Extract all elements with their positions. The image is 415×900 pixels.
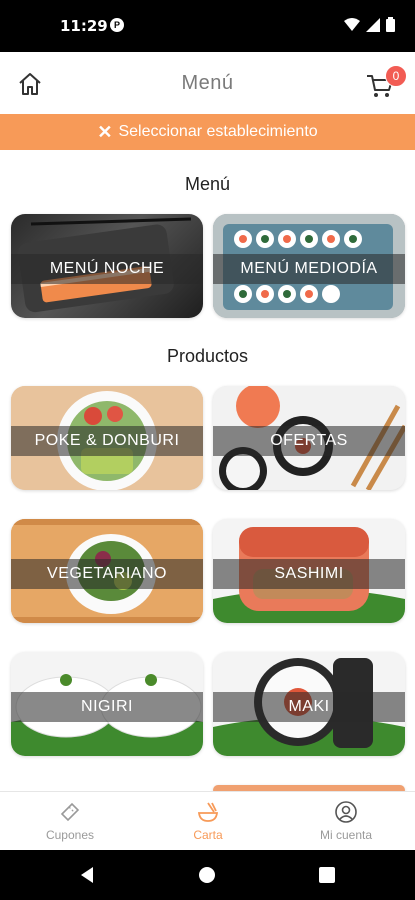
product-tile-ofertas[interactable]: OFERTAS (213, 386, 405, 490)
status-bar: 11:29 P (0, 0, 415, 52)
ticket-icon (60, 802, 80, 822)
status-time: 11:29 (60, 17, 108, 35)
nav-cupones[interactable]: Cupones (10, 800, 130, 842)
nav-mi-cuenta-label: Mi cuenta (319, 828, 373, 842)
select-establishment-label: Seleccionar establecimiento (118, 123, 318, 140)
product-tile-label: MAKI (213, 692, 405, 722)
nav-cupones-label: Cupones (45, 828, 95, 842)
cutlery-icon: ✕ (97, 121, 113, 142)
sushi-bowl-icon (197, 802, 219, 822)
account-icon (335, 801, 357, 823)
nav-mi-cuenta[interactable]: Mi cuenta (286, 800, 406, 842)
menu-section-title: Menú (184, 174, 231, 194)
page-title: Menú (181, 72, 234, 94)
nav-carta-label: Carta (193, 828, 223, 842)
product-tile-poke[interactable]: POKE & DONBURI (11, 386, 203, 490)
product-tile-label: SASHIMI (213, 559, 405, 589)
bottom-nav: Cupones Carta Mi cuenta (0, 791, 415, 851)
menu-tile-label: MENÚ MEDIODÍA (213, 254, 405, 284)
product-tile-nigiri[interactable]: NIGIRI (11, 652, 203, 756)
product-tile-sashimi[interactable]: SASHIMI (213, 519, 405, 623)
wifi-icon (344, 17, 360, 31)
app-header: Menú 0 (0, 52, 415, 114)
product-tile-label: POKE & DONBURI (11, 426, 203, 456)
menu-tile-label: MENÚ NOCHE (11, 254, 203, 284)
product-tile-maki[interactable]: MAKI (213, 652, 405, 756)
menu-tile-noche[interactable]: MENÚ NOCHE (11, 214, 203, 318)
recents-icon[interactable] (318, 866, 336, 884)
nav-carta[interactable]: Carta (148, 800, 268, 842)
app-notification-icon: P (110, 18, 124, 32)
back-icon[interactable] (78, 866, 96, 884)
signal-icon (366, 17, 380, 32)
system-nav-bar (0, 850, 415, 900)
products-section-title: Productos (166, 346, 249, 366)
battery-icon (386, 17, 395, 32)
menu-tile-mediodia[interactable]: MENÚ MEDIODÍA (213, 214, 405, 318)
product-tile-label: VEGETARIANO (11, 559, 203, 589)
product-tile-label: OFERTAS (213, 426, 405, 456)
status-icons (344, 17, 395, 32)
product-tile-label: NIGIRI (11, 692, 203, 722)
select-establishment-button[interactable]: ✕ Seleccionar establecimiento (0, 114, 415, 150)
home-system-icon[interactable] (198, 866, 216, 884)
cart-count-badge: 0 (385, 65, 407, 87)
product-tile-vegetariano[interactable]: VEGETARIANO (11, 519, 203, 623)
